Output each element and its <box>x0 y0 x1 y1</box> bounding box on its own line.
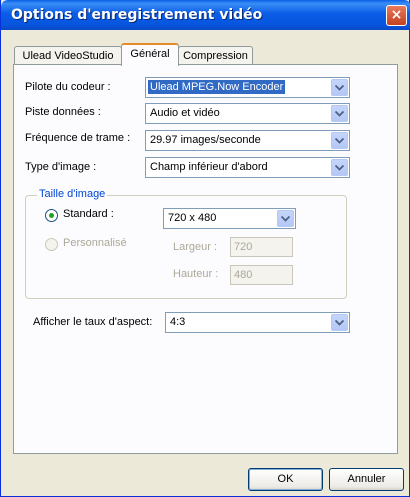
chevron-down-icon[interactable] <box>331 105 348 122</box>
close-button[interactable]: × <box>386 5 407 26</box>
window-title: Options d'enregistrement vidéo <box>11 7 263 23</box>
frame-type-label: Type d'image : <box>25 161 97 173</box>
chevron-down-icon[interactable] <box>277 210 294 227</box>
title-bar[interactable]: Options d'enregistrement vidéo × <box>1 0 410 30</box>
width-input[interactable]: 720 <box>230 237 293 257</box>
custom-radio[interactable] <box>45 238 58 251</box>
codec-driver-label: Pilote du codeur : <box>25 81 111 93</box>
aspect-ratio-dropdown[interactable]: 4:3 <box>165 312 350 333</box>
chevron-down-icon[interactable] <box>331 79 348 96</box>
dialog-window: Options d'enregistrement vidéo × Ulead V… <box>0 0 410 497</box>
width-label: Largeur : <box>173 241 218 253</box>
frame-type-dropdown[interactable]: Champ inférieur d'abord <box>145 157 350 178</box>
cancel-button[interactable]: Annuler <box>329 468 404 491</box>
radio-selected-dot <box>49 213 54 218</box>
standard-label[interactable]: Standard : <box>63 208 114 220</box>
height-input[interactable]: 480 <box>230 265 293 285</box>
data-track-label: Piste données : <box>25 106 101 118</box>
frame-rate-dropdown[interactable]: 29.97 images/seconde <box>145 130 350 151</box>
tab-ulead-videostudio[interactable]: Ulead VideoStudio <box>14 46 122 65</box>
frame-rate-value: 29.97 images/seconde <box>150 134 261 146</box>
frame-size-group-title: Taille d'image <box>37 188 108 200</box>
standard-radio[interactable] <box>45 209 58 222</box>
custom-label[interactable]: Personnalisé <box>63 237 127 249</box>
tab-compression[interactable]: Compression <box>178 46 253 65</box>
codec-driver-dropdown[interactable]: Ulead MPEG.Now Encoder <box>145 77 350 98</box>
close-icon: × <box>390 7 403 23</box>
frame-rate-label: Fréquence de trame : <box>25 132 131 144</box>
frame-type-value: Champ inférieur d'abord <box>150 161 268 173</box>
chevron-down-icon[interactable] <box>331 159 348 176</box>
chevron-down-icon[interactable] <box>331 314 348 331</box>
standard-size-dropdown[interactable]: 720 x 480 <box>163 208 296 229</box>
codec-driver-value: Ulead MPEG.Now Encoder <box>148 80 286 94</box>
ok-button[interactable]: OK <box>248 468 323 491</box>
aspect-ratio-label: Afficher le taux d'aspect: <box>33 316 153 328</box>
aspect-ratio-value: 4:3 <box>170 316 186 328</box>
chevron-down-icon[interactable] <box>331 132 348 149</box>
data-track-dropdown[interactable]: Audio et vidéo <box>145 103 350 124</box>
height-label: Hauteur : <box>173 268 219 280</box>
tab-general[interactable]: Général <box>121 43 179 66</box>
standard-size-value: 720 x 480 <box>168 212 217 224</box>
data-track-value: Audio et vidéo <box>150 107 220 119</box>
